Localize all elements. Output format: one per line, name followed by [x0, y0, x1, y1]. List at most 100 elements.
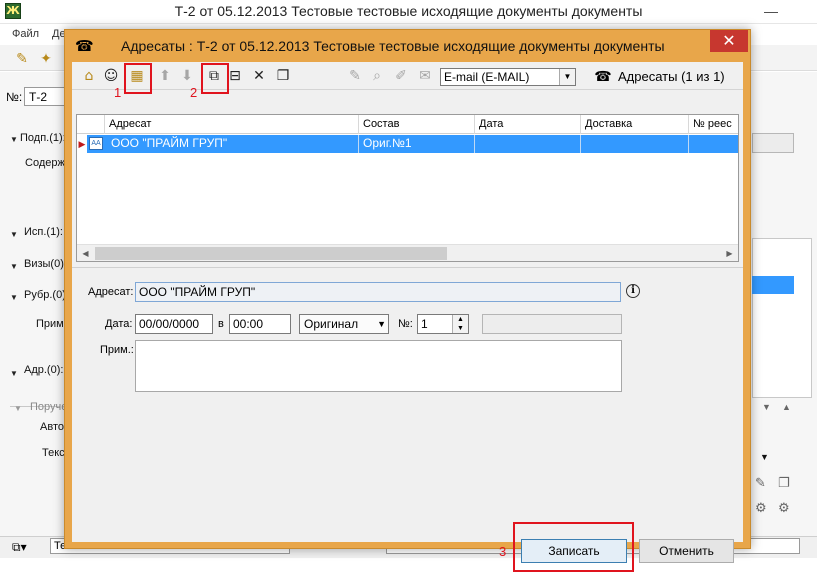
prim-label: Прим	[36, 318, 64, 330]
pencil-icon[interactable]: ✎	[346, 67, 364, 85]
right-selection[interactable]	[752, 276, 794, 294]
addressees-icon: ☎	[594, 68, 612, 84]
spin-down-icon[interactable]: ▼	[453, 324, 468, 333]
addressees-grid: Адресат Состав Дата Доставка № реес ▶ AA…	[76, 114, 739, 262]
teks-label: Текс	[42, 447, 65, 459]
close-button[interactable]: ✕	[710, 30, 748, 52]
chevron-down-icon[interactable]: ▼	[377, 315, 386, 333]
spin-up-icon[interactable]: ▲	[453, 315, 468, 324]
grid-header-indicator	[77, 115, 105, 134]
note-textarea[interactable]	[135, 340, 622, 392]
cell-data[interactable]	[475, 135, 581, 153]
delivery-method-select[interactable]: E-mail (E-MAIL) ▼	[440, 68, 576, 86]
addressees-count: Адресаты (1 из 1)	[618, 69, 725, 84]
spin-buttons[interactable]: ▲ ▼	[452, 315, 468, 333]
collapse-icon[interactable]: ▼	[14, 404, 22, 413]
tool-icon[interactable]: ⚙	[778, 500, 790, 516]
chevron-down-icon[interactable]: ▼	[559, 69, 575, 85]
rubr-label: Рубр.(0)	[24, 289, 66, 301]
highlight-box-2	[201, 63, 229, 94]
addressees-dialog: ☎ Адресаты : Т-2 от 05.12.2013 Тестовые …	[64, 29, 751, 572]
cancel-button[interactable]: Отменить	[639, 539, 734, 563]
note-label: Прим.:	[100, 344, 134, 356]
copy-number-stepper[interactable]: 1 ▲ ▼	[417, 314, 469, 334]
edit-doc-icon[interactable]: ✐	[392, 67, 410, 85]
adresat-field[interactable]: ООО "ПРАЙМ ГРУП"	[135, 282, 621, 302]
tool-icon[interactable]: ⚙	[755, 500, 767, 516]
dialog-icon: ☎	[75, 38, 94, 55]
collapse-icon[interactable]: ▼	[10, 135, 18, 144]
cell-dostavka[interactable]	[581, 135, 689, 153]
collapse-icon[interactable]: ▼	[10, 293, 18, 302]
dialog-toolbar: ⌂ ☺ ▦ ⬆ ⬇ ⧉ ⊟ ✕ ❐ ✎ ⌕ ✐ ✉ E-mail (E-MAIL…	[72, 62, 743, 100]
grid-header: Адресат Состав Дата Доставка № реес	[77, 115, 738, 134]
scroll-left-icon[interactable]: ◀	[77, 245, 94, 261]
time-field[interactable]: 00:00	[229, 314, 291, 334]
highlight-number-1: 1	[114, 85, 122, 100]
scroll-right-icon[interactable]: ▶	[721, 245, 738, 261]
collapse-icon[interactable]: ▼	[10, 369, 18, 378]
up-arrow-icon[interactable]: ⬆	[156, 67, 174, 85]
highlight-number-2: 2	[190, 85, 198, 100]
column-header-sostav[interactable]: Состав	[359, 115, 475, 134]
column-header-reestr[interactable]: № реес	[689, 115, 738, 134]
add-contact-icon[interactable]: ☺	[102, 67, 120, 85]
details-panel: Адресат: ООО "ПРАЙМ ГРУП" i Дата: 00/00/…	[72, 267, 743, 572]
save-button[interactable]: Записать	[521, 539, 627, 563]
date-label: Дата:	[105, 318, 133, 330]
column-header-data[interactable]: Дата	[475, 115, 581, 134]
add-addressee-icon[interactable]: ⌂	[80, 67, 98, 85]
new-doc-star-icon[interactable]: ✦	[38, 50, 54, 66]
delivery-method-value: E-mail (E-MAIL)	[444, 70, 530, 84]
adr-label: Адр.(0):	[24, 364, 64, 376]
delete-icon[interactable]: ✕	[250, 67, 268, 85]
highlight-number-3: 3	[499, 544, 507, 559]
cell-sostav[interactable]: Ориг.№1	[359, 135, 475, 153]
dialog-titlebar[interactable]: ☎ Адресаты : Т-2 от 05.12.2013 Тестовые …	[65, 30, 750, 62]
horizontal-scrollbar[interactable]: ◀ ▶	[77, 244, 738, 261]
poruch-groupbox	[10, 406, 60, 486]
isp-label: Исп.(1):	[24, 226, 63, 238]
column-header-dostavka[interactable]: Доставка	[581, 115, 689, 134]
triangle-down-icon[interactable]: ▼	[762, 402, 771, 412]
menu-file[interactable]: Файл	[12, 28, 39, 40]
triangle-up-icon[interactable]: ▲	[782, 402, 791, 412]
edit-icon[interactable]: ✎	[755, 475, 766, 491]
preview-icon[interactable]: ⌕	[368, 67, 386, 85]
triangle-down-icon[interactable]: ▼	[760, 452, 769, 462]
date-field[interactable]: 00/00/0000	[135, 314, 213, 334]
poruch-label: Поруче	[30, 401, 68, 413]
highlight-box-1	[124, 63, 152, 94]
copy-number-label: №:	[398, 318, 413, 330]
vizy-label: Визы(0)	[24, 258, 64, 270]
in-label: в	[218, 318, 224, 330]
number-field[interactable]: Т-2	[24, 87, 68, 106]
addressee-card-icon: AA	[89, 137, 103, 150]
copy-icon[interactable]: ❐	[274, 67, 292, 85]
podp-label: Подп.(1):	[20, 132, 66, 144]
new-doc-icon[interactable]: ✎	[14, 50, 30, 66]
number-label: №:	[6, 90, 23, 104]
dialog-client: ⌂ ☺ ▦ ⬆ ⬇ ⧉ ⊟ ✕ ❐ ✎ ⌕ ✐ ✉ E-mail (E-MAIL…	[72, 62, 743, 572]
info-icon[interactable]: i	[626, 284, 640, 298]
column-header-adresat[interactable]: Адресат	[105, 115, 359, 134]
main-titlebar: Ж Т-2 от 05.12.2013 Тестовые тестовые ис…	[0, 0, 817, 24]
mail-icon[interactable]: ✉	[416, 67, 434, 85]
table-row[interactable]: ▶ AA ООО "ПРАЙМ ГРУП" Ориг.№1	[77, 135, 738, 153]
copy-icon[interactable]: ❐	[778, 475, 790, 491]
avto-label: Авто	[40, 421, 64, 433]
adresat-label: Адресат:	[88, 286, 134, 298]
collapse-icon[interactable]: ▼	[10, 230, 18, 239]
copy-type-select[interactable]: Оригинал ▼	[299, 314, 389, 334]
copy-type-value: Оригинал	[304, 317, 359, 331]
main-window-title: Т-2 от 05.12.2013 Тестовые тестовые исхо…	[174, 3, 643, 19]
soderzh-label: Содерж	[25, 157, 65, 169]
collapse-icon[interactable]: ▼	[10, 262, 18, 271]
down-arrow-icon[interactable]: ⬇	[178, 67, 196, 85]
right-field[interactable]	[752, 133, 794, 153]
scroll-thumb[interactable]	[95, 247, 447, 260]
layout-icon[interactable]: ⧉▾	[12, 540, 27, 555]
minimize-icon[interactable]: —	[761, 4, 781, 18]
cell-adresat[interactable]: ООО "ПРАЙМ ГРУП"	[105, 135, 359, 153]
cell-reestr[interactable]	[689, 135, 738, 153]
